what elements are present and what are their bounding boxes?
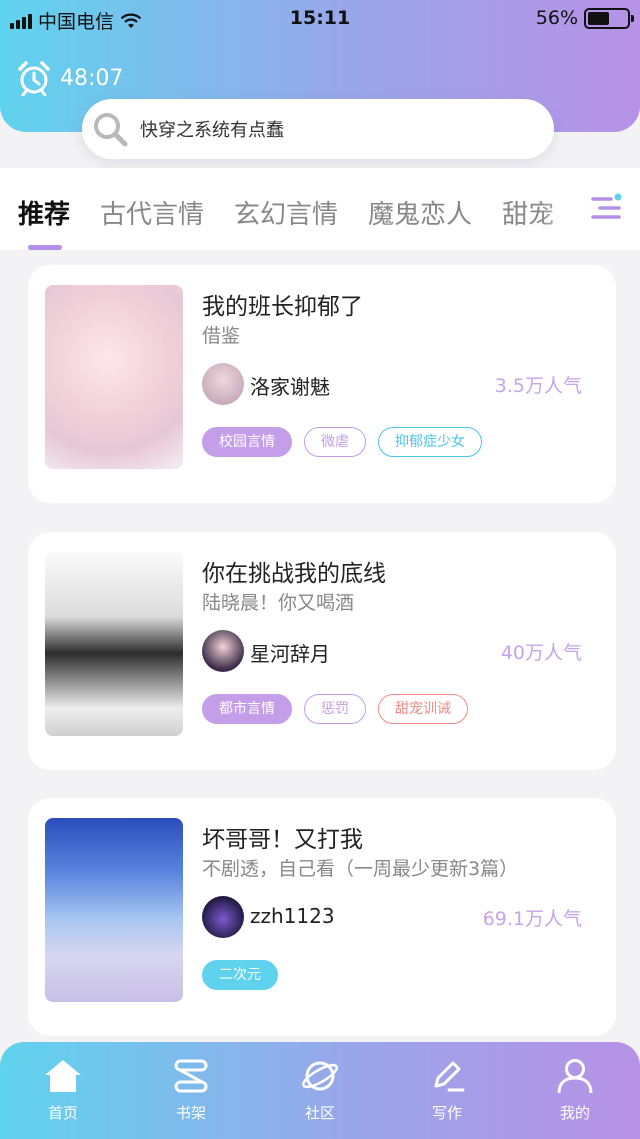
author-row: zzh1123 69.1万人气: [202, 896, 582, 940]
reading-timer[interactable]: 48:07: [16, 60, 123, 96]
author-name[interactable]: 星河辞月: [250, 638, 330, 667]
nav-profile[interactable]: 我的: [530, 1058, 620, 1123]
nav-label: 书架: [175, 1104, 206, 1122]
tag-chip[interactable]: 抑郁症少女: [378, 427, 482, 457]
user-profile-icon: [557, 1059, 593, 1094]
status-bar: 中国电信 15:11 56%: [0, 0, 640, 36]
book-subtitle: 不剧透，自己看（一周最少更新3篇）: [202, 858, 519, 880]
nav-bookshelf[interactable]: 书架: [146, 1058, 236, 1123]
nav-write[interactable]: 写作: [402, 1058, 492, 1123]
book-title: 我的班长抑郁了: [202, 294, 363, 320]
tab-diabolik-lovers[interactable]: 魔鬼恋人: [368, 194, 472, 231]
nav-label: 写作: [431, 1104, 462, 1122]
tag-chip[interactable]: 惩罚: [304, 694, 366, 724]
tab-ancient-romance[interactable]: 古代言情: [100, 194, 204, 231]
author-name[interactable]: 洛家谢魅: [250, 371, 330, 400]
battery-percent: 56%: [535, 7, 578, 29]
filter-menu-icon[interactable]: [590, 192, 622, 224]
book-cover[interactable]: [45, 818, 183, 1002]
active-tab-indicator: [28, 245, 62, 250]
bookshelf-icon: [174, 1059, 208, 1093]
nav-community[interactable]: 社区: [275, 1058, 365, 1123]
book-card[interactable]: 坏哥哥！又打我 不剧透，自己看（一周最少更新3篇） zzh1123 69.1万人…: [28, 798, 616, 1036]
search-placeholder: 快穿之系统有点蠢: [140, 120, 284, 141]
tag-list: 二次元: [202, 960, 278, 990]
book-card[interactable]: 我的班长抑郁了 借鉴 洛家谢魅 3.5万人气 校园言情 微虐 抑郁症少女: [28, 265, 616, 503]
nav-label: 社区: [304, 1104, 335, 1122]
book-card[interactable]: 你在挑战我的底线 陆晓晨！你又喝酒 星河辞月 40万人气 都市言情 惩罚 甜宠训…: [28, 532, 616, 770]
author-avatar[interactable]: [202, 363, 244, 405]
tab-recommend[interactable]: 推荐: [18, 194, 70, 231]
timer-value: 48:07: [60, 65, 124, 91]
nav-label: 首页: [47, 1104, 78, 1122]
category-tab-bar: 推荐 古代言情 玄幻言情 魔鬼恋人 甜宠: [0, 168, 640, 250]
tag-chip[interactable]: 二次元: [202, 960, 278, 990]
author-row: 星河辞月 40万人气: [202, 630, 582, 674]
tag-chip[interactable]: 甜宠训诫: [378, 694, 468, 724]
book-subtitle: 陆晓晨！你又喝酒: [202, 592, 355, 614]
book-cover[interactable]: [45, 285, 183, 469]
tag-chip[interactable]: 微虐: [304, 427, 366, 457]
popularity-count: 69.1万人气: [482, 908, 582, 930]
pen-write-icon: [434, 1061, 465, 1092]
book-title: 坏哥哥！又打我: [202, 827, 363, 853]
popularity-count: 40万人气: [500, 642, 582, 664]
alarm-clock-icon: [18, 61, 50, 96]
search-icon: [94, 113, 128, 147]
nav-home[interactable]: 首页: [18, 1058, 108, 1123]
battery-icon: [584, 7, 634, 29]
tag-list: 都市言情 惩罚 甜宠训诫: [202, 694, 468, 724]
popularity-count: 3.5万人气: [494, 375, 582, 397]
search-bar[interactable]: 快穿之系统有点蠢: [82, 99, 554, 159]
planet-icon: [302, 1061, 338, 1091]
book-subtitle: 借鉴: [202, 325, 241, 347]
tag-chip[interactable]: 都市言情: [202, 694, 292, 724]
author-name[interactable]: zzh1123: [250, 904, 335, 928]
author-avatar[interactable]: [202, 630, 244, 672]
author-row: 洛家谢魅 3.5万人气: [202, 363, 582, 407]
tab-fantasy-romance[interactable]: 玄幻言情: [234, 194, 338, 231]
author-avatar[interactable]: [202, 896, 244, 938]
book-title: 你在挑战我的底线: [202, 561, 386, 587]
tag-chip[interactable]: 校园言情: [202, 427, 292, 457]
nav-label: 我的: [559, 1104, 590, 1122]
home-icon: [45, 1060, 81, 1092]
book-cover[interactable]: [45, 552, 183, 736]
bottom-navigation: 首页 书架 社区 写作 我的: [0, 1042, 640, 1139]
tag-list: 校园言情 微虐 抑郁症少女: [202, 427, 482, 457]
